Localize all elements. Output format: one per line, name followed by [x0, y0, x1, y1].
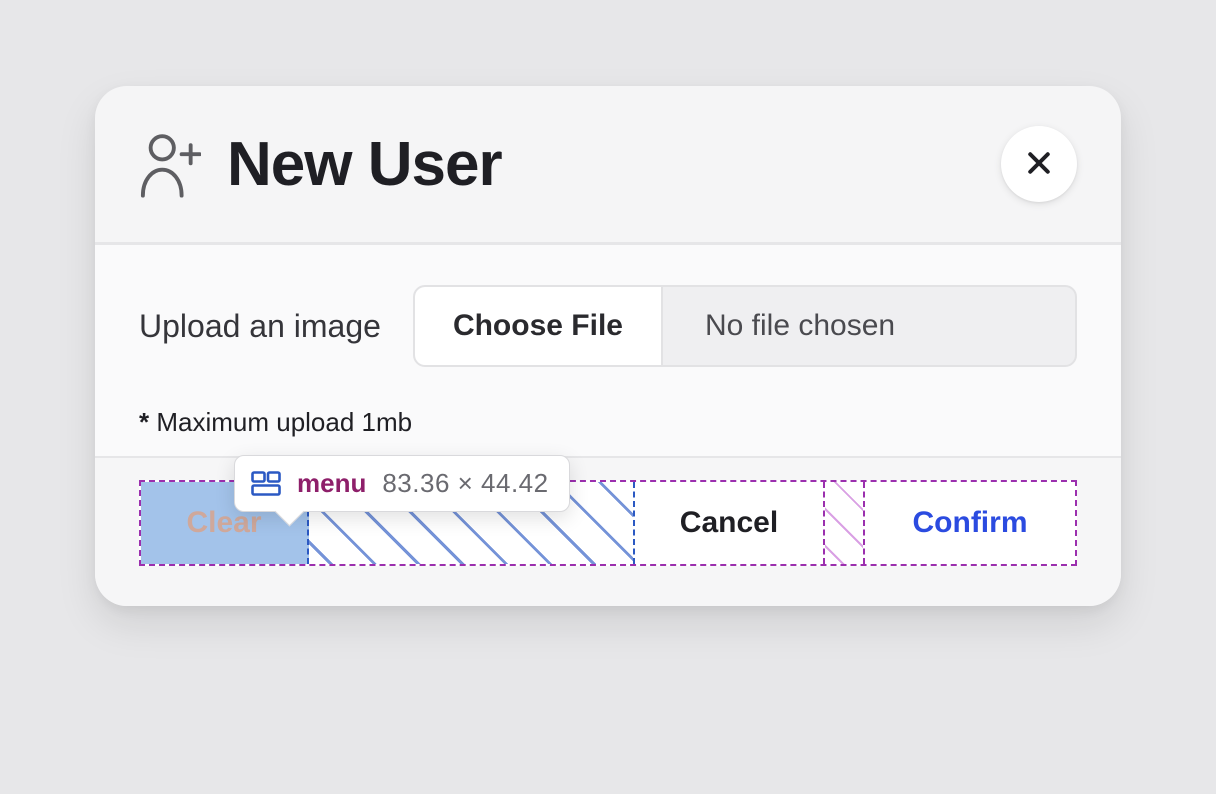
devtools-tooltip: menu 83.36 × 44.42: [234, 455, 570, 512]
button-gap: [825, 482, 865, 564]
tooltip-element-tag: menu: [297, 468, 366, 499]
flex-icon: [251, 471, 281, 497]
close-icon: [1024, 148, 1054, 181]
tooltip-dimensions: 83.36 × 44.42: [382, 468, 548, 499]
dialog-title: New User: [227, 129, 502, 200]
dialog-header: New User: [95, 86, 1121, 245]
user-plus-icon: [139, 131, 201, 197]
cancel-button[interactable]: Cancel: [635, 482, 823, 564]
upload-hint: * Maximum upload 1mb: [139, 407, 1077, 438]
upload-row: Upload an image Choose File No file chos…: [139, 285, 1077, 367]
confirm-button-slot: Confirm: [865, 482, 1075, 564]
choose-file-button[interactable]: Choose File: [415, 287, 663, 365]
close-button[interactable]: [1001, 126, 1077, 202]
file-status-text: No file chosen: [663, 287, 1075, 365]
cancel-button-slot: Cancel: [635, 482, 825, 564]
upload-label: Upload an image: [139, 308, 381, 345]
hint-text: Maximum upload 1mb: [156, 407, 412, 437]
new-user-dialog: New User Upload an image Choose File No …: [95, 86, 1121, 606]
file-input[interactable]: Choose File No file chosen: [413, 285, 1077, 367]
dialog-body: Upload an image Choose File No file chos…: [95, 245, 1121, 458]
hint-asterisk: *: [139, 407, 156, 437]
confirm-button[interactable]: Confirm: [865, 482, 1075, 564]
